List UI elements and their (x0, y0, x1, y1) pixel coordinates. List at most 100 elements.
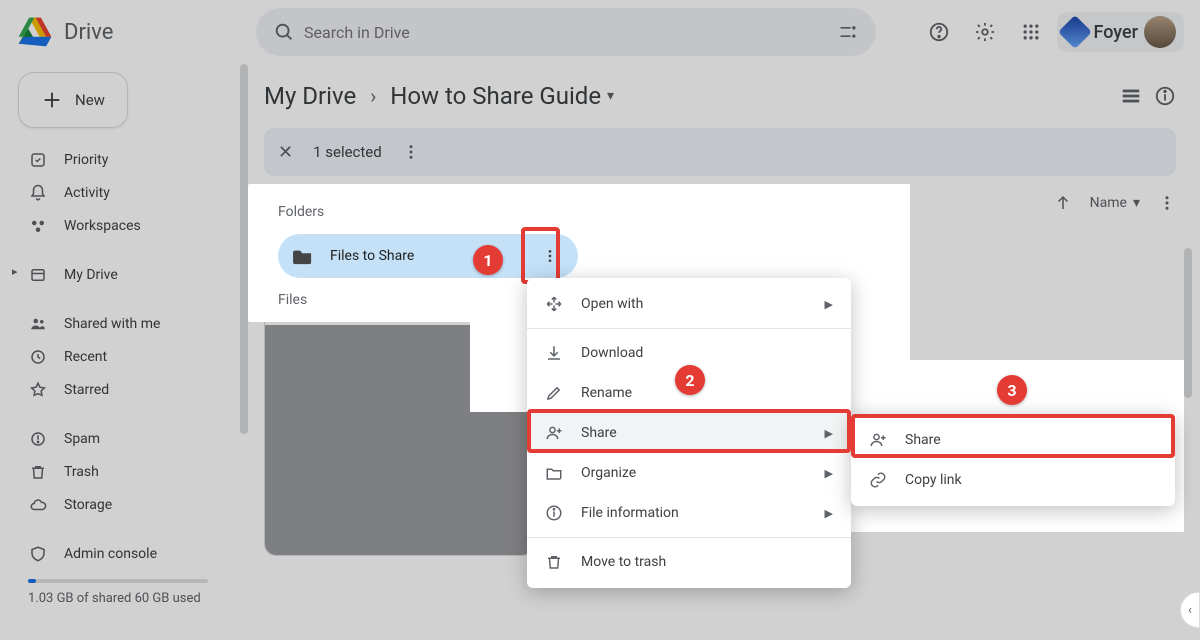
column-name[interactable]: Name ▾ (1090, 195, 1140, 211)
sidebar-item-label: Shared with me (64, 316, 160, 332)
ctx-label: Open with (581, 296, 643, 312)
search-icon[interactable] (264, 12, 304, 52)
sidebar-item-label: Trash (64, 464, 99, 480)
sidebar-item-workspaces[interactable]: Workspaces (12, 210, 236, 242)
chevron-right-icon: › (370, 84, 376, 108)
sidebar-item-shared[interactable]: Shared with me (12, 308, 236, 340)
drive-logo-icon (16, 15, 54, 49)
submenu-label: Copy link (905, 472, 962, 488)
breadcrumb-current[interactable]: How to Share Guide ▾ (390, 82, 614, 110)
annotation-badge-1: 1 (473, 245, 503, 275)
info-icon (545, 504, 563, 522)
sidebar-item-starred[interactable]: Starred (12, 374, 236, 406)
clock-icon (28, 347, 48, 367)
pencil-icon (545, 384, 563, 402)
sidebar-item-admin[interactable]: Admin console (12, 538, 236, 570)
main-scrollbar[interactable] (1184, 248, 1192, 398)
clear-selection-icon[interactable]: ✕ (278, 142, 293, 163)
search-bar[interactable] (256, 8, 876, 56)
storage-text: 1.03 GB of shared 60 GB used (28, 591, 201, 606)
submenu-label: Share (905, 432, 941, 448)
foyer-widget[interactable]: Foyer (1057, 12, 1184, 52)
sidebar-item-activity[interactable]: Activity (12, 177, 236, 209)
new-button[interactable]: New (18, 72, 128, 128)
open-with-icon (545, 295, 563, 313)
ctx-label: Share (581, 425, 617, 441)
selection-bar: ✕ 1 selected (264, 128, 1176, 176)
sidebar-item-label: Activity (64, 185, 110, 201)
settings-icon[interactable] (965, 12, 1005, 52)
selection-count: 1 selected (313, 143, 382, 161)
workspaces-icon (28, 216, 48, 236)
annotation-badge-2: 2 (675, 365, 705, 395)
sidebar-item-label: Workspaces (64, 218, 141, 234)
chevron-right-icon: ▶ (825, 427, 833, 440)
bell-icon (28, 183, 48, 203)
ctx-share[interactable]: Share ▶ (527, 413, 851, 453)
foyer-label: Foyer (1093, 22, 1138, 43)
help-icon[interactable] (919, 12, 959, 52)
more-options-icon[interactable] (1158, 194, 1176, 212)
sidebar-item-storage[interactable]: Storage (12, 489, 236, 521)
search-options-icon[interactable] (828, 12, 868, 52)
ctx-label: Organize (581, 465, 636, 481)
chevron-right-icon: ▶ (825, 298, 833, 311)
star-icon (28, 380, 48, 400)
caret-down-icon: ▾ (1133, 195, 1140, 211)
sidebar-item-priority[interactable]: Priority (12, 144, 236, 176)
storage-bar (28, 579, 208, 583)
ctx-move-trash[interactable]: Move to trash (527, 542, 851, 582)
sidebar-item-label: Starred (64, 382, 109, 398)
breadcrumb: My Drive › How to Share Guide ▾ (264, 64, 1176, 128)
folder-chip[interactable]: Files to Share (278, 234, 578, 278)
sidebar-item-label: Spam (64, 431, 100, 447)
apps-grid-icon[interactable] (1011, 12, 1051, 52)
foyer-logo-icon (1058, 15, 1092, 49)
ctx-open-with[interactable]: Open with ▶ (527, 284, 851, 324)
caret-down-icon: ▾ (607, 88, 614, 104)
share-submenu: Share Copy link (851, 414, 1175, 506)
link-icon (869, 471, 887, 489)
breadcrumb-root[interactable]: My Drive (264, 82, 356, 110)
header: Drive Foyer (0, 0, 1200, 64)
drive-icon (28, 265, 48, 285)
context-menu: Open with▶ Download Rename Share▶ Organi… (527, 278, 851, 588)
folder-icon (292, 247, 314, 265)
cloud-icon (28, 495, 48, 515)
admin-icon (28, 544, 48, 564)
sidebar-item-label: Recent (64, 349, 107, 365)
submenu-share[interactable]: Share (851, 420, 1175, 460)
spam-icon (28, 429, 48, 449)
person-add-icon (869, 431, 887, 449)
selection-more-icon[interactable] (402, 143, 420, 161)
sidebar-item-recent[interactable]: Recent (12, 341, 236, 373)
ctx-label: Rename (581, 385, 632, 401)
sidebar: New Priority Activity Workspaces My Driv… (0, 64, 248, 640)
column-name-label: Name (1090, 195, 1127, 211)
list-view-icon[interactable] (1120, 85, 1142, 107)
folder-open-icon (545, 464, 563, 482)
details-icon[interactable] (1154, 85, 1176, 107)
logo-area[interactable]: Drive (16, 15, 248, 49)
annotation-badge-3: 3 (997, 375, 1027, 405)
sidebar-item-trash[interactable]: Trash (12, 456, 236, 488)
sidebar-item-label: My Drive (64, 267, 118, 283)
sidebar-item-label: Storage (64, 497, 112, 513)
ctx-label: File information (581, 505, 679, 521)
ctx-organize[interactable]: Organize ▶ (527, 453, 851, 493)
ctx-file-info[interactable]: File information ▶ (527, 493, 851, 533)
sidebar-item-label: Admin console (64, 546, 157, 562)
submenu-copy-link[interactable]: Copy link (851, 460, 1175, 500)
user-avatar[interactable] (1144, 16, 1176, 48)
sidebar-scrollbar[interactable] (240, 64, 248, 434)
sort-direction-icon[interactable] (1054, 194, 1072, 212)
search-input[interactable] (304, 23, 828, 42)
sidebar-item-spam[interactable]: Spam (12, 423, 236, 455)
chevron-right-icon: ▶ (825, 507, 833, 520)
chevron-right-icon: ▶ (825, 467, 833, 480)
ctx-label: Move to trash (581, 554, 666, 570)
sidebar-item-label: Priority (64, 152, 108, 168)
trash-icon (28, 462, 48, 482)
annotation-box-1 (521, 227, 560, 284)
sidebar-item-my-drive[interactable]: My Drive (12, 259, 236, 291)
